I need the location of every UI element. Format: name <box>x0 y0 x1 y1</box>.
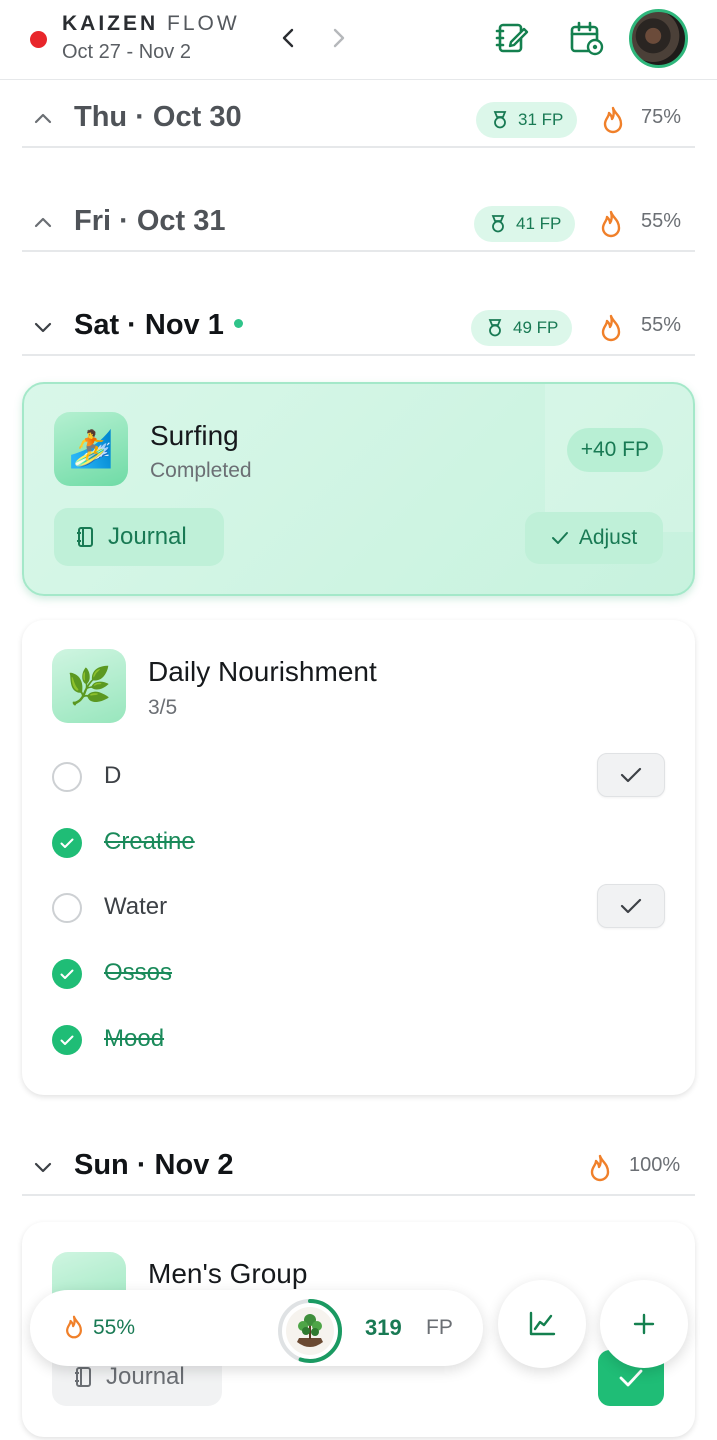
day-fp-badge: 31 FP <box>476 102 578 138</box>
user-avatar[interactable] <box>629 9 688 68</box>
brand-flow: FLOW <box>167 12 240 35</box>
medal-icon <box>488 319 502 337</box>
day-label: Sun · Nov 2 <box>74 1149 234 1181</box>
adjust-label: Adjust <box>578 526 638 549</box>
day-completion-pct: 75% <box>641 106 682 128</box>
checklist-item-d[interactable]: D <box>52 753 665 799</box>
check-icon <box>60 1035 74 1045</box>
notebook-pen-icon <box>495 23 529 53</box>
day-fp-badge: 49 FP <box>471 310 573 346</box>
chevron-right-icon <box>333 28 345 48</box>
flame-icon <box>603 106 623 134</box>
journal-label: Journal <box>108 523 187 550</box>
previous-week-button[interactable] <box>275 22 301 54</box>
checklist-label: D <box>104 762 122 789</box>
checkbox-unchecked[interactable] <box>52 762 82 792</box>
medal-icon <box>491 215 505 233</box>
leaf-icon: 🌿 <box>52 649 126 723</box>
flame-icon <box>66 1315 82 1339</box>
checklist-label: Ossos <box>104 959 173 986</box>
check-icon <box>619 1369 643 1387</box>
day-completion-pct: 55% <box>641 210 682 232</box>
checkbox-unchecked[interactable] <box>52 893 82 923</box>
stats-bar[interactable]: 55% 319 FP <box>30 1290 483 1366</box>
habit-title: Men's Group <box>148 1258 308 1289</box>
journal-edit-button[interactable] <box>492 18 532 58</box>
adjust-button[interactable]: Adjust <box>525 512 663 564</box>
day-row-thu[interactable]: Thu · Oct 30 31 FP 75% <box>22 88 695 148</box>
plus-icon <box>633 1313 655 1335</box>
chevron-down-icon <box>34 1162 52 1173</box>
journal-label: Journal <box>106 1363 185 1390</box>
checklist-item-ossos[interactable]: Ossos <box>52 952 665 996</box>
check-icon <box>551 532 568 544</box>
habit-title: Surfing <box>150 420 239 451</box>
app-brand: KAIZEN FLOW <box>62 12 240 36</box>
day-row-sun[interactable]: Sun · Nov 2 100% <box>22 1136 695 1196</box>
fp-total: 319 <box>365 1315 402 1340</box>
checklist-label: Water <box>104 893 168 920</box>
journal-button[interactable]: Journal <box>54 508 224 566</box>
stats-chart-button[interactable] <box>498 1280 586 1368</box>
flame-icon <box>601 314 621 342</box>
checklist-item-mood[interactable]: Mood <box>52 1018 665 1062</box>
add-habit-button[interactable] <box>600 1280 688 1368</box>
progress-ring <box>278 1299 342 1363</box>
today-indicator <box>233 318 243 328</box>
check-icon <box>60 838 74 848</box>
habit-title: Daily Nourishment <box>148 656 377 687</box>
mark-done-button[interactable] <box>597 884 665 928</box>
recording-indicator <box>30 31 47 48</box>
day-fp-value: 31 FP <box>518 110 564 129</box>
day-fp-value: 49 FP <box>513 318 559 337</box>
fp-unit: FP <box>426 1316 453 1339</box>
app-header: KAIZEN FLOW Oct 27 - Nov 2 <box>0 0 717 80</box>
checklist-item-creatine[interactable]: Creatine <box>52 821 665 865</box>
calendar-gear-icon <box>570 21 604 56</box>
habit-fp-earned: +40 FP <box>566 428 663 472</box>
day-label: Sat · Nov 1 <box>74 309 243 342</box>
week-date-range: Oct 27 - Nov 2 <box>62 41 191 63</box>
chevron-up-icon <box>34 217 52 228</box>
day-label: Fri · Oct 31 <box>74 205 226 237</box>
next-week-button[interactable] <box>326 22 352 54</box>
mark-done-button[interactable] <box>597 753 665 797</box>
check-icon <box>620 767 642 783</box>
calendar-settings-button[interactable] <box>566 18 606 58</box>
day-fp-badge: 41 FP <box>474 206 576 242</box>
notebook-icon <box>77 527 93 547</box>
day-label-text: Sat · Nov 1 <box>74 309 224 341</box>
chevron-left-icon <box>282 28 294 48</box>
day-label: Thu · Oct 30 <box>74 101 242 133</box>
chevron-up-icon <box>34 113 52 124</box>
line-chart-icon <box>529 1311 556 1336</box>
medal-icon <box>493 111 507 129</box>
brand-kaizen: KAIZEN <box>62 12 159 35</box>
check-icon <box>620 898 642 914</box>
checkbox-checked[interactable] <box>52 828 82 858</box>
day-fp-value: 41 FP <box>516 214 562 233</box>
checkbox-checked[interactable] <box>52 959 82 989</box>
checklist-item-water[interactable]: Water <box>52 884 665 930</box>
habit-progress: 3/5 <box>148 696 178 719</box>
day-completion-pct: 100% <box>629 1154 681 1176</box>
habit-card-nourishment: 🌿 Daily Nourishment 3/5 D Creatine Water… <box>22 620 695 1095</box>
checkbox-checked[interactable] <box>52 1025 82 1055</box>
streak-percentage: 55% <box>93 1316 136 1339</box>
checklist-label: Creatine <box>104 828 195 855</box>
day-completion-pct: 55% <box>641 314 682 336</box>
habit-card-surfing[interactable]: 🏄 Surfing Completed +40 FP Journal Adjus… <box>22 382 695 596</box>
flame-icon <box>601 210 621 238</box>
habit-status: Completed <box>150 459 252 482</box>
check-icon <box>60 969 74 979</box>
day-row-fri[interactable]: Fri · Oct 31 41 FP 55% <box>22 192 695 252</box>
surfing-icon: 🏄 <box>54 412 128 486</box>
chevron-down-icon <box>34 322 52 333</box>
flame-icon <box>590 1154 610 1182</box>
notebook-icon <box>75 1367 91 1387</box>
day-row-sat[interactable]: Sat · Nov 1 49 FP 55% <box>22 296 695 356</box>
checklist-label: Mood <box>104 1025 165 1052</box>
